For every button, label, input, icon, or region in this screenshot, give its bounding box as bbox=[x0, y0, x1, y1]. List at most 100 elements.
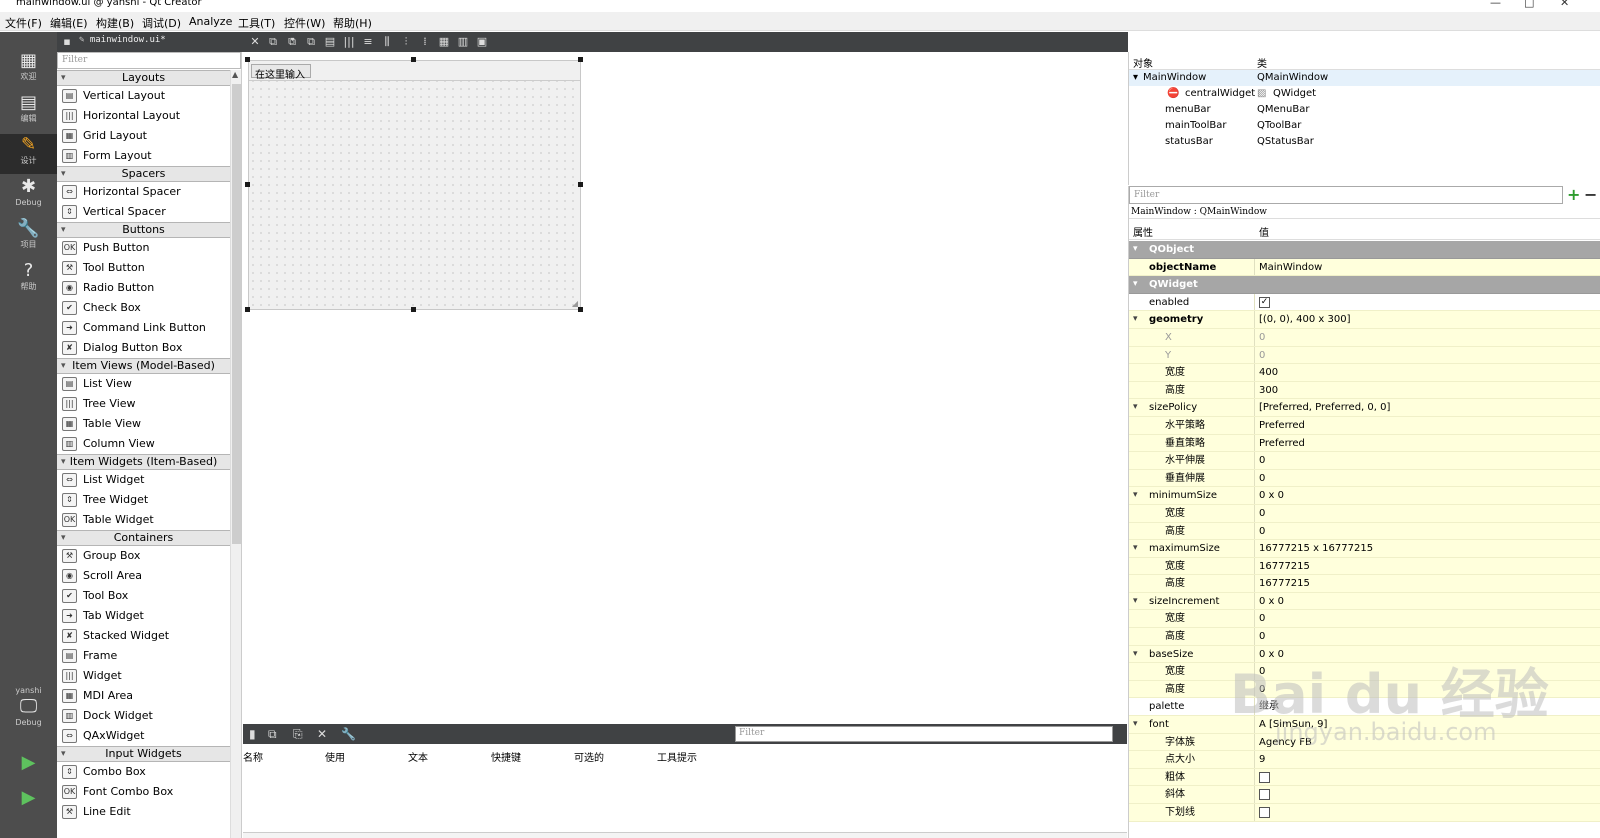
property-value[interactable]: 300 bbox=[1259, 382, 1278, 399]
widget-item[interactable]: ▥ Form Layout bbox=[57, 146, 230, 166]
scrollbar-thumb[interactable] bbox=[232, 84, 241, 544]
widget-item[interactable]: ▤ List View bbox=[57, 374, 230, 394]
widget-item[interactable]: ✘ Dialog Button Box bbox=[57, 338, 230, 358]
chevron-down-icon[interactable]: ▾ bbox=[1133, 646, 1138, 663]
run-button[interactable]: ▶ bbox=[0, 752, 57, 782]
menu-item[interactable]: 帮助(H) bbox=[333, 15, 372, 31]
chevron-down-icon[interactable]: ▾ bbox=[61, 223, 66, 237]
property-value[interactable]: 0 bbox=[1259, 681, 1265, 698]
close-document-icon[interactable]: ✕ bbox=[249, 35, 261, 48]
layout-grid-icon[interactable]: ▦ bbox=[438, 35, 450, 48]
property-value[interactable]: MainWindow bbox=[1259, 259, 1322, 276]
layout-horizontal-icon[interactable]: ||| bbox=[343, 35, 355, 48]
menu-item[interactable]: 编辑(E) bbox=[50, 15, 88, 31]
object-tree-row[interactable]: ▾ MainWindow QMainWindow bbox=[1129, 70, 1600, 86]
mode-5[interactable]: ? 帮助 bbox=[0, 260, 57, 300]
column-property[interactable]: 属性 bbox=[1133, 224, 1153, 239]
chevron-down-icon[interactable]: ▾ bbox=[61, 71, 66, 85]
chevron-down-icon[interactable]: ▾ bbox=[61, 747, 66, 761]
property-value[interactable]: [(0, 0), 400 x 300] bbox=[1259, 311, 1351, 328]
property-row[interactable]: ▾ geometry [(0, 0), 400 x 300] bbox=[1129, 311, 1600, 329]
property-row[interactable]: ▾ baseSize 0 x 0 bbox=[1129, 645, 1600, 664]
action-column-header[interactable]: 使用 bbox=[325, 749, 345, 764]
widget-item[interactable]: ▤ Vertical Layout bbox=[57, 86, 230, 106]
new-action-icon[interactable]: ▮ bbox=[249, 727, 263, 741]
property-checkbox[interactable] bbox=[1259, 771, 1270, 783]
widget-item[interactable]: ▦ MDI Area bbox=[57, 686, 230, 706]
widget-item[interactable]: ⇔ List Widget bbox=[57, 470, 230, 490]
property-value[interactable]: 9 bbox=[1259, 751, 1265, 768]
property-value[interactable]: 400 bbox=[1259, 364, 1278, 381]
chevron-down-icon[interactable]: ▾ bbox=[61, 359, 66, 373]
property-checkbox[interactable]: ✓ bbox=[1259, 296, 1270, 308]
widget-item[interactable]: ▤ Frame bbox=[57, 646, 230, 666]
property-value[interactable]: 0 x 0 bbox=[1259, 593, 1284, 610]
widget-category[interactable]: ▾ Item Widgets (Item-Based) bbox=[57, 454, 230, 470]
chevron-down-icon[interactable]: ▾ bbox=[1133, 70, 1138, 86]
menu-item[interactable]: 工具(T) bbox=[238, 15, 275, 31]
property-checkbox[interactable] bbox=[1259, 789, 1270, 801]
edit-signals-icon[interactable]: ⧉ bbox=[286, 35, 298, 48]
mode-0[interactable]: ▦ 欢迎 bbox=[0, 50, 57, 90]
property-row[interactable]: 垂直伸展 0 bbox=[1129, 469, 1600, 488]
paste-action-icon[interactable]: ⎘ bbox=[293, 727, 307, 741]
mode-1[interactable]: ▤ 编辑 bbox=[0, 92, 57, 132]
property-value[interactable]: 16777215 x 16777215 bbox=[1259, 540, 1373, 557]
action-column-header[interactable]: 快捷键 bbox=[491, 749, 521, 764]
action-column-header[interactable]: 可选的 bbox=[574, 749, 604, 764]
selection-handle[interactable] bbox=[411, 57, 416, 62]
layout-vertical-icon[interactable]: ≡ bbox=[362, 35, 374, 48]
action-column-header[interactable]: 工具提示 bbox=[657, 749, 697, 764]
scroll-up-icon[interactable]: ▲ bbox=[232, 70, 238, 79]
chevron-down-icon[interactable]: ▾ bbox=[1133, 540, 1138, 557]
property-row[interactable]: palette 继承 bbox=[1129, 698, 1600, 717]
property-row[interactable]: 高度 0 bbox=[1129, 680, 1600, 699]
widget-item[interactable]: ▦ Grid Layout bbox=[57, 126, 230, 146]
property-row[interactable]: ▾ minimumSize 0 x 0 bbox=[1129, 487, 1600, 505]
widget-item[interactable]: ⇔ QAxWidget bbox=[57, 726, 230, 746]
widget-item[interactable]: ▥ Dock Widget bbox=[57, 706, 230, 726]
widget-item[interactable]: ⇔ Horizontal Spacer bbox=[57, 182, 230, 202]
property-row[interactable]: 粗体 bbox=[1129, 768, 1600, 787]
property-row[interactable]: 斜体 bbox=[1129, 786, 1600, 804]
object-tree-row[interactable]: statusBar QStatusBar bbox=[1129, 134, 1600, 150]
widget-item[interactable]: ▦ Table View bbox=[57, 414, 230, 434]
property-value[interactable]: 0 x 0 bbox=[1259, 646, 1284, 663]
widget-item[interactable]: ➜ Command Link Button bbox=[57, 318, 230, 338]
selection-handle[interactable] bbox=[245, 307, 250, 312]
chevron-down-icon[interactable]: ▾ bbox=[1133, 276, 1138, 293]
property-row[interactable]: 下划线 bbox=[1129, 804, 1600, 822]
object-tree-row[interactable]: menuBar QMenuBar bbox=[1129, 102, 1600, 118]
chevron-down-icon[interactable]: ▾ bbox=[61, 167, 66, 181]
property-value[interactable]: 0 bbox=[1259, 505, 1265, 522]
selection-handle[interactable] bbox=[578, 57, 583, 62]
property-row[interactable]: 水平策略 Preferred bbox=[1129, 416, 1600, 435]
property-row[interactable]: ▾ QWidget bbox=[1129, 276, 1600, 294]
property-row[interactable]: ▾ font A [SimSun, 9] bbox=[1129, 716, 1600, 734]
widget-item[interactable]: ✔ Tool Box bbox=[57, 586, 230, 606]
widget-category[interactable]: ▾ Buttons bbox=[57, 222, 230, 238]
property-value[interactable]: 16777215 bbox=[1259, 575, 1310, 592]
property-row[interactable]: Y0 bbox=[1129, 346, 1600, 365]
widget-category[interactable]: ▾ Input Widgets bbox=[57, 746, 230, 762]
widget-item[interactable]: ➜ Tab Widget bbox=[57, 606, 230, 626]
widget-category[interactable]: ▾ Spacers bbox=[57, 166, 230, 182]
column-value[interactable]: 值 bbox=[1259, 224, 1269, 239]
selection-handle[interactable] bbox=[245, 182, 250, 187]
property-row[interactable]: 宽度 16777215 bbox=[1129, 557, 1600, 576]
layout-form-icon[interactable]: ⁞ bbox=[419, 35, 431, 48]
widget-item[interactable]: ◉ Scroll Area bbox=[57, 566, 230, 586]
close-icon[interactable]: ✕ bbox=[1560, 0, 1569, 9]
chevron-down-icon[interactable]: ▾ bbox=[61, 531, 66, 545]
property-row[interactable]: 高度 16777215 bbox=[1129, 575, 1600, 593]
widget-category[interactable]: ▾ Layouts bbox=[57, 70, 230, 86]
widget-item[interactable]: ⚒ Line Edit bbox=[57, 802, 230, 822]
property-row[interactable]: 宽度 0 bbox=[1129, 610, 1600, 629]
main-window-form[interactable]: 在这里输入 ◢ bbox=[248, 60, 581, 310]
selection-handle[interactable] bbox=[578, 307, 583, 312]
property-value[interactable]: 继承 bbox=[1259, 698, 1279, 715]
property-value[interactable]: 0 bbox=[1259, 628, 1265, 645]
copy-action-icon[interactable]: ⧉ bbox=[268, 727, 282, 741]
property-value[interactable]: 16777215 bbox=[1259, 558, 1310, 575]
action-column-header[interactable]: 文本 bbox=[408, 749, 428, 764]
